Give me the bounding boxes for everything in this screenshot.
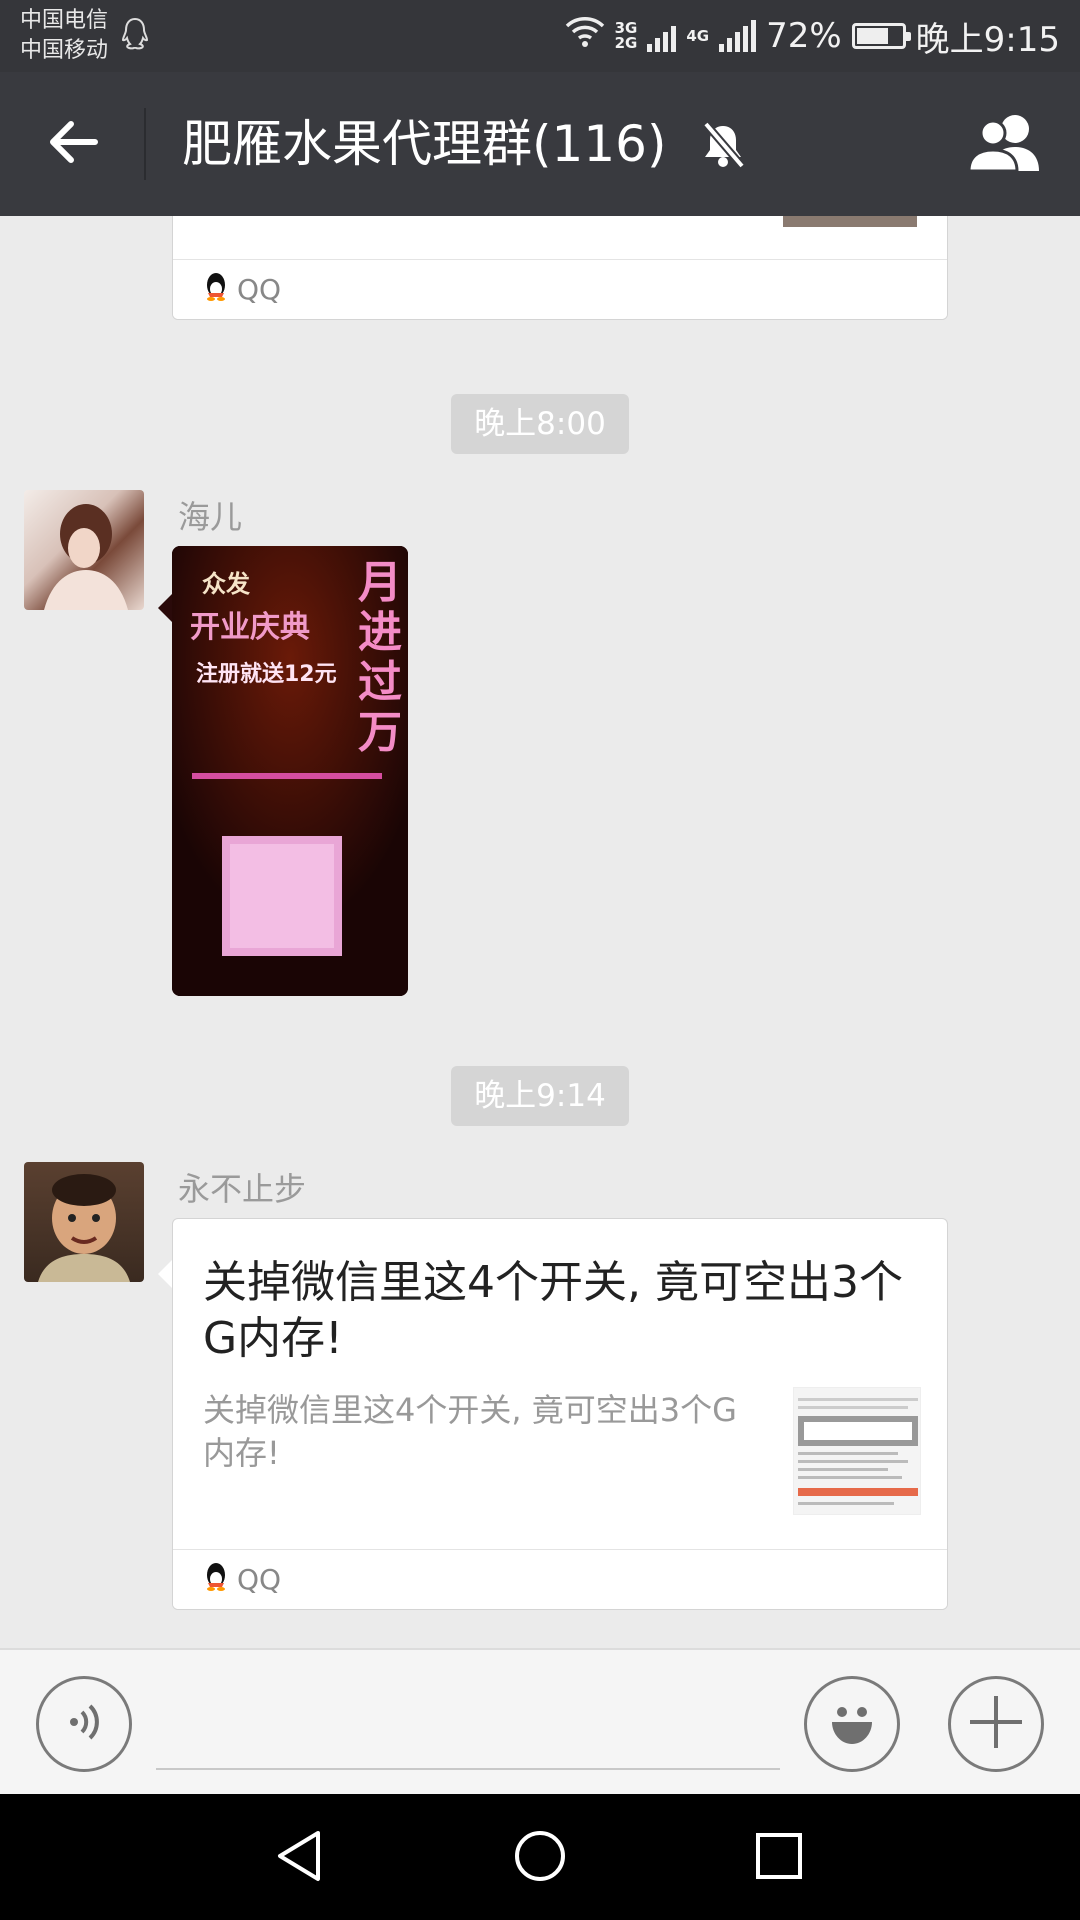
header-divider bbox=[144, 108, 146, 180]
nav-back-button[interactable] bbox=[244, 1818, 354, 1898]
status-indicators: 3G 2G 4G 72% 晚上9:15 bbox=[565, 12, 1060, 60]
nav-recents-button[interactable] bbox=[724, 1818, 834, 1898]
card-source: QQ bbox=[173, 259, 947, 319]
chat-title: 肥雁水果代理群(116) bbox=[182, 115, 667, 173]
message-input[interactable] bbox=[156, 1680, 780, 1770]
battery-icon bbox=[851, 23, 911, 49]
image-text-top: 众发 bbox=[202, 570, 250, 598]
nav-home-icon bbox=[513, 1829, 567, 1887]
signal-icon-1 bbox=[647, 20, 677, 52]
clock: 晚上9:15 bbox=[915, 19, 1060, 60]
image-text-side: 月进过万 bbox=[358, 557, 402, 758]
wifi-icon bbox=[565, 16, 605, 57]
card-thumbnail-partial bbox=[783, 216, 917, 227]
group-members-button[interactable] bbox=[956, 106, 1056, 182]
back-arrow-icon bbox=[47, 120, 99, 168]
carrier-2: 中国移动 bbox=[20, 38, 109, 63]
bubble-arrow bbox=[158, 1260, 172, 1288]
avatar-haier[interactable] bbox=[24, 490, 144, 610]
signal-icon-2 bbox=[719, 20, 757, 52]
card-source-label: QQ bbox=[237, 1563, 282, 1596]
status-bar: 中国电信 中国移动 3G 2G 4G 72% 晚上9:15 bbox=[0, 0, 1080, 72]
timestamp: 晚上9:14 bbox=[451, 1066, 629, 1126]
avatar-yongbuzhibu[interactable] bbox=[24, 1162, 144, 1282]
chat-messages[interactable]: QQ 晚上8:00 海儿 众发 开业庆典 注册就送12元 月进过万 晚上9:14… bbox=[0, 216, 1080, 1648]
sender-name: 永不止步 bbox=[178, 1170, 307, 1208]
sender-name: 海儿 bbox=[178, 498, 243, 536]
network-type-4g: 4G bbox=[686, 26, 710, 45]
qq-penguin-icon bbox=[203, 1561, 229, 1598]
system-nav-bar bbox=[0, 1794, 1080, 1920]
card-source-label: QQ bbox=[237, 273, 282, 306]
image-message[interactable]: 众发 开业庆典 注册就送12元 月进过万 bbox=[172, 546, 408, 996]
nav-back-icon bbox=[274, 1829, 324, 1887]
nav-home-button[interactable] bbox=[485, 1818, 595, 1898]
voice-button[interactable] bbox=[36, 1676, 132, 1772]
group-members-icon bbox=[965, 111, 1047, 177]
more-button[interactable] bbox=[948, 1676, 1044, 1772]
card-source: QQ bbox=[173, 1549, 947, 1609]
chat-header: 肥雁水果代理群(116) bbox=[0, 72, 1080, 216]
carrier-info: 中国电信 中国移动 bbox=[20, 6, 108, 66]
voice-icon bbox=[62, 1700, 106, 1748]
back-button[interactable] bbox=[28, 106, 118, 182]
card-title: 关掉微信里这4个开关, 竟可空出3个G内存! bbox=[203, 1257, 903, 1364]
plus-icon bbox=[966, 1692, 1026, 1756]
timestamp: 晚上8:00 bbox=[451, 394, 629, 454]
muted-bell-icon bbox=[700, 120, 746, 174]
battery-percent: 72% bbox=[766, 16, 842, 56]
bubble-arrow bbox=[158, 594, 172, 622]
link-card-partial[interactable]: QQ bbox=[172, 216, 948, 320]
carrier-1: 中国电信 bbox=[20, 8, 109, 33]
image-text-line: 注册就送12元 bbox=[196, 662, 337, 687]
nav-recents-icon bbox=[754, 1831, 804, 1885]
network-type-3g: 3G 2G bbox=[614, 19, 638, 52]
card-description: 关掉微信里这4个开关, 竟可空出3个G内存! bbox=[203, 1391, 737, 1472]
qq-notification-icon bbox=[120, 16, 150, 56]
card-thumbnail bbox=[793, 1387, 921, 1515]
emoji-button[interactable] bbox=[804, 1676, 900, 1772]
qq-penguin-icon bbox=[203, 271, 229, 308]
emoji-icon bbox=[820, 1690, 884, 1758]
link-card[interactable]: 关掉微信里这4个开关, 竟可空出3个G内存! 关掉微信里这4个开关, 竟可空出3… bbox=[172, 1218, 948, 1610]
input-bar bbox=[0, 1648, 1080, 1794]
image-text-title: 开业庆典 bbox=[190, 610, 310, 645]
